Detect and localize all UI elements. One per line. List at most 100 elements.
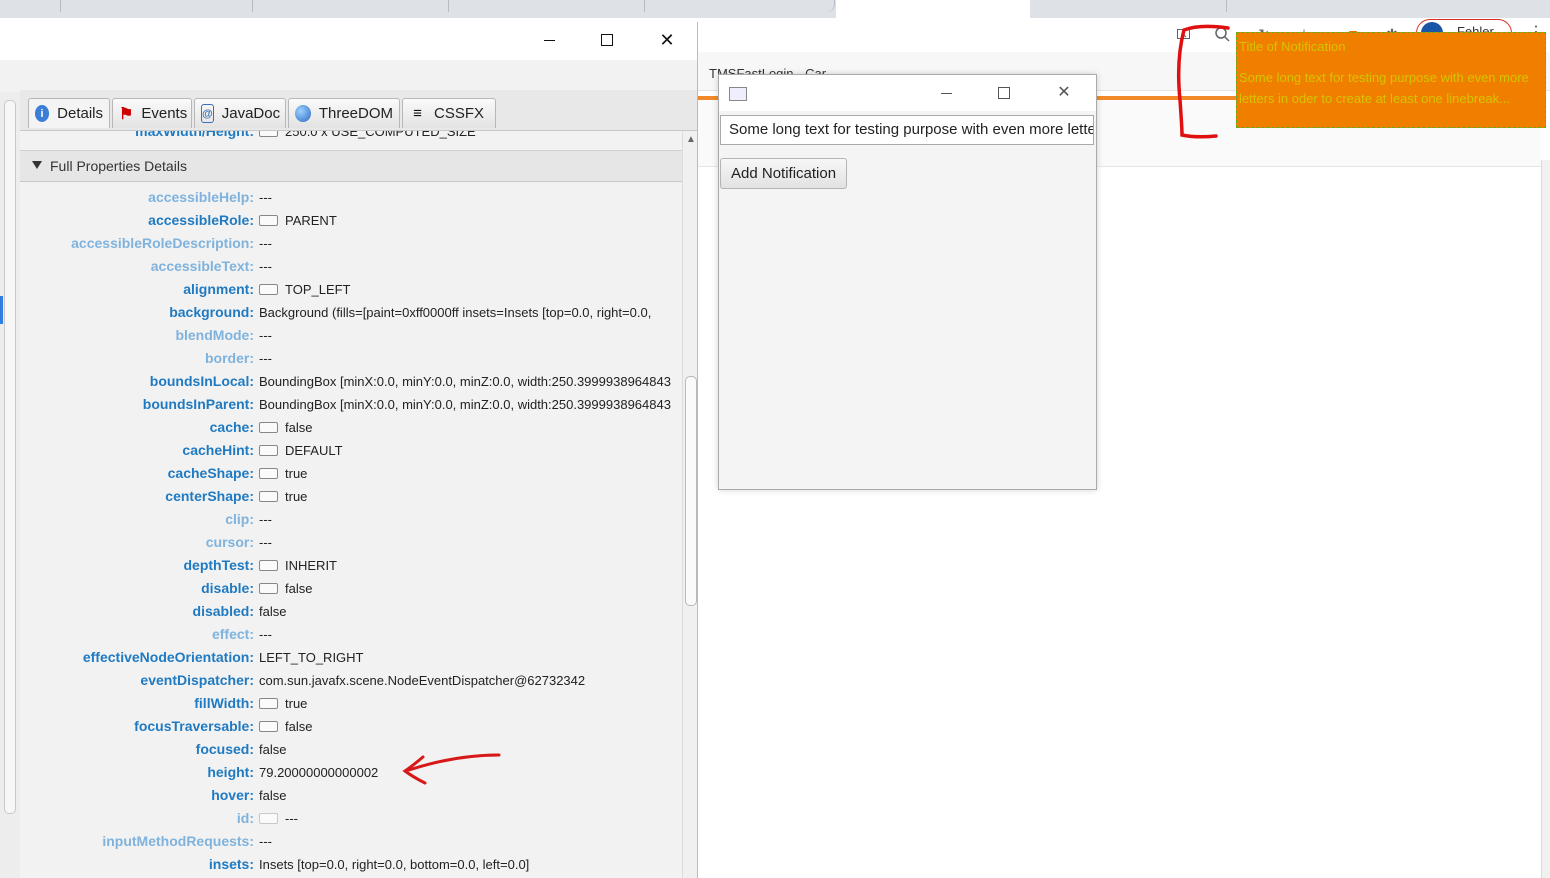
scroll-up-icon[interactable]: ▲ (686, 134, 696, 145)
add-notification-button[interactable]: Add Notification (720, 158, 848, 189)
property-value-text: --- (259, 351, 272, 366)
property-row[interactable]: disable: false (20, 580, 682, 603)
property-row[interactable]: height: 79.20000000000002 (20, 764, 682, 787)
minimize-button[interactable] (520, 22, 578, 58)
property-row[interactable]: alignment: TOP_LEFT (20, 281, 682, 304)
property-name: clip: (225, 511, 254, 527)
property-row[interactable]: focusTraversable: false (20, 718, 682, 741)
checkbox-icon[interactable] (259, 422, 278, 433)
notification-text-field[interactable]: Some long text for testing purpose with … (720, 115, 1094, 145)
property-row[interactable]: boundsInParent: BoundingBox [minX:0.0, mi… (20, 396, 682, 419)
minimize-button[interactable] (917, 75, 975, 111)
property-row[interactable]: accessibleRoleDescription: --- (20, 235, 682, 258)
property-row[interactable]: boundsInLocal: BoundingBox [minX:0.0, min… (20, 373, 682, 396)
browser-tab[interactable] (1032, 0, 1227, 12)
property-value-text: LEFT_TO_RIGHT (259, 650, 364, 665)
property-row[interactable]: cacheShape: true (20, 465, 682, 488)
property-row[interactable]: accessibleRole: PARENT (20, 212, 682, 235)
maximize-button[interactable] (578, 22, 636, 58)
tab-events[interactable]: ⚑ Events (112, 98, 192, 128)
tab-header: i Details ⚑ Events @ JavaDoc ThreeDOM ≡ … (20, 90, 697, 131)
property-row[interactable]: centerShape: true (20, 488, 682, 511)
page-scrollbar[interactable] (1541, 160, 1550, 878)
checkbox-icon[interactable] (259, 583, 278, 594)
checkbox-icon[interactable] (259, 445, 278, 456)
property-value: BoundingBox [minX:0.0, minY:0.0, minZ:0.… (259, 374, 671, 389)
property-row[interactable]: accessibleHelp: --- (20, 189, 682, 212)
property-row[interactable]: cursor: --- (20, 534, 682, 557)
browser-tab[interactable] (0, 0, 61, 12)
browser-tab[interactable] (646, 0, 835, 12)
close-button[interactable]: ✕ (1033, 75, 1095, 111)
tab-details[interactable]: i Details (28, 98, 110, 128)
property-name: accessibleRoleDescription: (71, 235, 254, 251)
property-name: cacheHint: (182, 442, 254, 458)
property-row[interactable]: insets: Insets [top=0.0, right=0.0, botto… (20, 856, 682, 878)
property-row[interactable]: background: Background (fills=[paint=0xff… (20, 304, 682, 327)
scrollbar-thumb[interactable] (685, 376, 697, 606)
property-value-text: false (285, 420, 313, 435)
checkbox-icon[interactable] (259, 721, 278, 732)
property-row[interactable]: focused: false (20, 741, 682, 764)
property-row[interactable]: blendMode: --- (20, 327, 682, 350)
checkbox-icon[interactable] (259, 698, 278, 709)
tree-scrollbar-thumb[interactable] (4, 100, 16, 814)
property-value-text: true (285, 466, 308, 481)
checkbox-icon[interactable] (259, 131, 278, 137)
tab-javadoc[interactable]: @ JavaDoc (194, 98, 286, 128)
property-row[interactable]: eventDispatcher: com.sun.javafx.scene.Nod… (20, 672, 682, 695)
section-header[interactable]: Full Properties Details (20, 150, 682, 182)
property-row[interactable]: inputMethodRequests: --- (20, 833, 682, 856)
maximize-button[interactable] (975, 75, 1033, 111)
property-value-text: BoundingBox [minX:0.0, minY:0.0, minZ:0.… (259, 397, 671, 412)
tab-cssfx[interactable]: ≡ CSSFX (402, 98, 496, 128)
browser-tab-strip (0, 0, 1550, 18)
notification-popup[interactable]: Title of Notification Some long text for… (1236, 32, 1546, 128)
checkbox-icon[interactable] (259, 468, 278, 479)
property-name: cache: (209, 419, 254, 435)
browser-tab[interactable] (254, 0, 449, 12)
browser-tab[interactable] (62, 0, 253, 12)
tab-label: Details (57, 105, 103, 122)
property-row[interactable]: border: --- (20, 350, 682, 373)
checkbox-icon[interactable] (259, 284, 278, 295)
property-value: com.sun.javafx.scene.NodeEventDispatcher… (259, 673, 585, 688)
checkbox-icon[interactable] (259, 215, 278, 226)
property-name: fillWidth: (194, 695, 254, 711)
property-value-text: 79.20000000000002 (259, 765, 379, 780)
property-value-text: DEFAULT (285, 443, 343, 458)
property-row[interactable]: effectiveNodeOrientation: LEFT_TO_RIGHT (20, 649, 682, 672)
maximize-icon (998, 87, 1010, 99)
zoom-icon[interactable] (1214, 26, 1230, 42)
tab-threedom[interactable]: ThreeDOM (288, 98, 400, 128)
property-row[interactable]: id: --- (20, 810, 682, 833)
property-value: false (259, 581, 312, 596)
property-value-text: INHERIT (285, 558, 337, 573)
maximize-icon (601, 34, 613, 46)
expand-arrow-icon[interactable] (32, 161, 42, 169)
browser-tab-active[interactable] (836, 0, 1030, 18)
property-row[interactable]: effect: --- (20, 626, 682, 649)
browser-tab[interactable] (1228, 0, 1550, 12)
at-sign-icon: @ (201, 104, 214, 123)
close-button[interactable]: ✕ (638, 22, 696, 58)
property-row[interactable]: hover: false (20, 787, 682, 810)
property-row[interactable]: cache: false (20, 419, 682, 442)
property-value-text: --- (259, 627, 272, 642)
property-value-text: --- (259, 236, 272, 251)
property-row[interactable]: clip: --- (20, 511, 682, 534)
browser-tab[interactable] (450, 0, 645, 12)
checkbox-icon[interactable] (259, 560, 278, 571)
property-row[interactable]: accessibleText: --- (20, 258, 682, 281)
property-row[interactable]: disabled: false (20, 603, 682, 626)
property-row[interactable]: fillWidth: true (20, 695, 682, 718)
properties-scrollbar[interactable]: ▲ (682, 131, 697, 878)
checkbox-icon[interactable] (259, 813, 278, 824)
property-row[interactable]: depthTest: INHERIT (20, 557, 682, 580)
property-value-text: false (285, 719, 313, 734)
checkbox-icon[interactable] (259, 491, 278, 502)
tree-scrollbar[interactable] (0, 92, 21, 878)
property-name: id: (236, 810, 254, 826)
screen-cast-icon[interactable] (1176, 26, 1192, 42)
property-row[interactable]: cacheHint: DEFAULT (20, 442, 682, 465)
